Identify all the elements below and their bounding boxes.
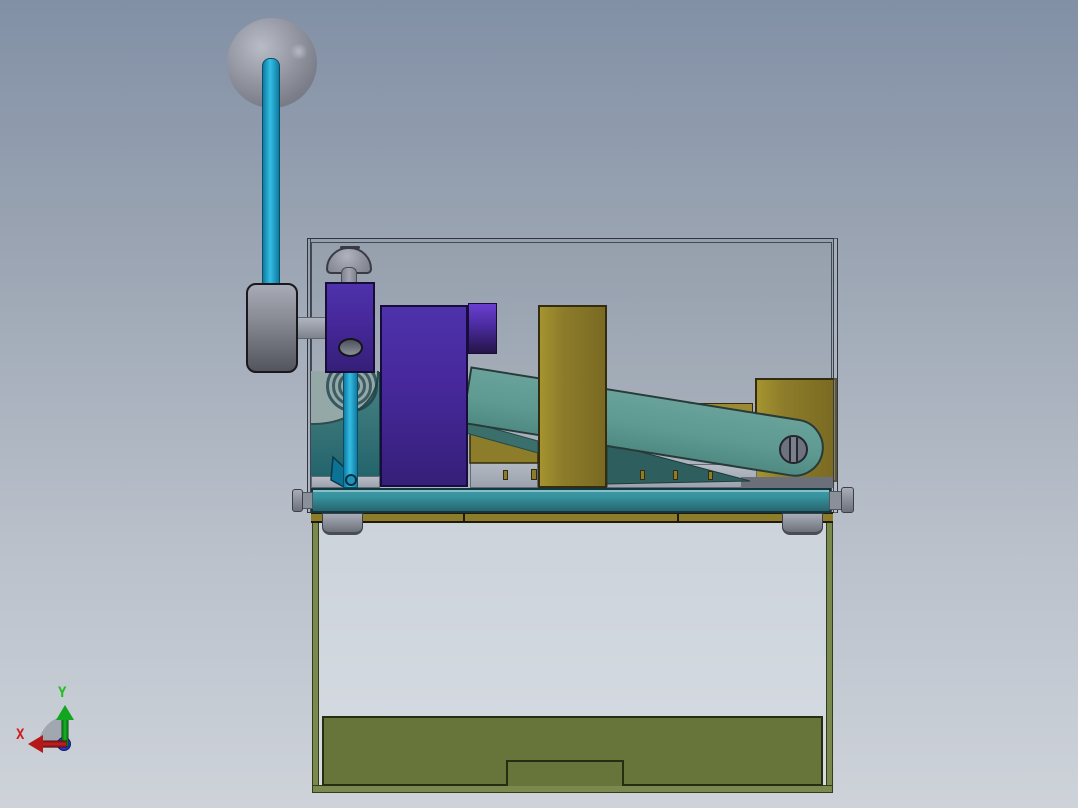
cad-viewport[interactable]: Y X bbox=[0, 0, 1078, 808]
housing-left-wall-line bbox=[307, 238, 311, 513]
stand-right-leg[interactable] bbox=[826, 523, 833, 792]
base-plate[interactable] bbox=[311, 488, 831, 513]
housing-right-wall-line bbox=[833, 238, 838, 513]
foot-right[interactable] bbox=[782, 513, 823, 535]
stand-top-seam bbox=[677, 512, 679, 523]
base-knob-left-stem bbox=[302, 492, 313, 509]
triad-y-axis-arrowhead[interactable] bbox=[56, 705, 74, 720]
stand-left-leg[interactable] bbox=[312, 523, 319, 792]
triad-y-label: Y bbox=[58, 685, 67, 701]
pitman-rod-hole bbox=[345, 474, 357, 486]
crank-disc[interactable] bbox=[246, 283, 298, 373]
triad-x-axis-shaft[interactable] bbox=[42, 741, 66, 747]
base-knob-left[interactable] bbox=[292, 489, 303, 512]
base-knob-right[interactable] bbox=[841, 487, 854, 513]
stand-bottom-rail[interactable] bbox=[312, 785, 833, 793]
pitman-rod[interactable] bbox=[343, 370, 358, 488]
triad-x-axis-arrowhead[interactable] bbox=[28, 735, 43, 753]
lever-rod[interactable] bbox=[262, 58, 280, 288]
bottom-plate-notch bbox=[506, 760, 624, 786]
dome-slot bbox=[340, 246, 360, 249]
drive-shaft[interactable] bbox=[296, 317, 327, 339]
stand-top-strip[interactable] bbox=[311, 512, 833, 523]
bearing-hole bbox=[338, 338, 363, 357]
bearing-block[interactable] bbox=[325, 282, 375, 373]
foot-left[interactable] bbox=[322, 513, 363, 535]
stand-top-seam bbox=[463, 512, 465, 523]
ball-highlight bbox=[289, 44, 309, 59]
triad-x-label: X bbox=[16, 727, 25, 743]
